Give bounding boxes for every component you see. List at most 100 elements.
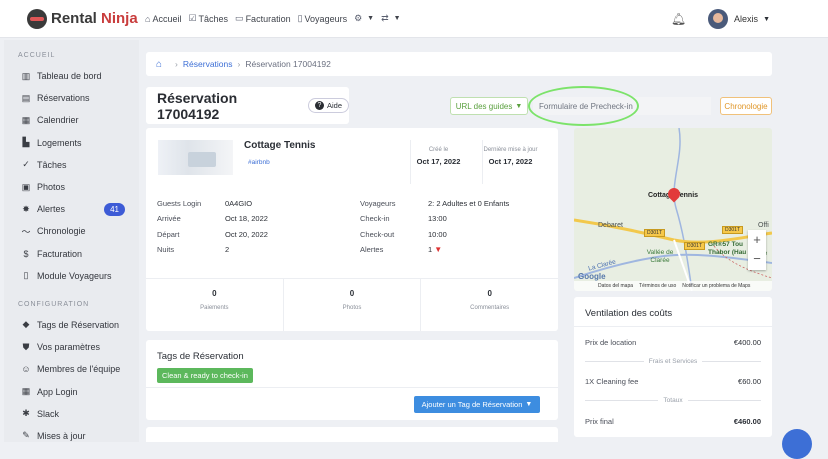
sidebar-item-membres[interactable]: ☺ Membres de l'équipe [4, 358, 139, 380]
map-terms-link[interactable]: Términos de uso [639, 283, 676, 289]
nav-accueil[interactable]: ⌂ Accueil [145, 14, 181, 24]
help-button[interactable]: ? Aide [307, 98, 349, 113]
sidebar-item-label: Facturation [37, 248, 83, 259]
sidebar-item-tableau-de-bord[interactable]: ▥ Tableau de bord [4, 65, 139, 87]
tasks-icon: ✓ [22, 159, 30, 170]
updated-value: Oct 17, 2022 [488, 157, 533, 167]
property-photo[interactable] [158, 140, 233, 175]
cost-amount: €60.00 [738, 377, 761, 386]
reservation-tag[interactable]: Clean & ready to check-in [157, 368, 253, 383]
updated-label: Dernière mise à jour [483, 147, 538, 153]
user-name[interactable]: Alexis [734, 14, 758, 24]
sidebar-item-label: Chronologie [37, 226, 86, 237]
sidebar-item-label: Photos [37, 182, 66, 193]
settings-menu[interactable]: ⚙ ▼ [354, 13, 374, 24]
chat-button[interactable] [782, 429, 812, 459]
sidebar-item-chronologie[interactable]: 〜 Chronologie [4, 220, 139, 242]
property-name[interactable]: Cottage Tennis [244, 140, 315, 151]
sidebar-item-label: Vos paramètres [37, 342, 101, 353]
nav-voyageurs[interactable]: ▯ Voyageurs [298, 13, 347, 24]
sidebar-item-facturation[interactable]: $ Facturation [4, 243, 139, 265]
team-icon: ☺ [21, 364, 31, 375]
channel-tag: #airbnb [248, 159, 270, 166]
sidebar-item-label: Module Voyageurs [37, 270, 112, 281]
chevron-down-icon: ▼ [515, 102, 523, 110]
alerts-count: 1 [428, 245, 433, 254]
cost-label: 1X Cleaning fee [585, 377, 639, 386]
breadcrumb-separator: › [237, 59, 241, 69]
phone-icon: ▯ [297, 13, 303, 23]
translate-icon: ⇄ [381, 13, 389, 23]
chronology-button[interactable]: Chronologie [720, 97, 772, 115]
arrival-value: Oct 18, 2022 [225, 214, 268, 223]
sidebar-item-calendrier[interactable]: ▦ Calendrier [4, 109, 139, 131]
sidebar-item-label: Mises à jour [37, 430, 86, 441]
nights-label: Nuits [157, 245, 175, 254]
sidebar-item-taches[interactable]: ✓ Tâches [4, 154, 139, 176]
guests-login-label: Guests Login [157, 199, 202, 208]
breadcrumb-link-reservations[interactable]: Réservations [183, 59, 233, 69]
sidebar-section-accueil: ACCUEIL [18, 52, 56, 59]
nav-label: Tâches [198, 13, 229, 24]
guests-login-value: 0A4GIO [225, 199, 253, 208]
map-data-link[interactable]: Datos del mapa [598, 283, 633, 289]
brand-part1: Rental [51, 10, 97, 27]
stat-photos[interactable]: 0 Photos [284, 279, 422, 331]
zoom-out-button[interactable]: − [748, 249, 766, 268]
avatar[interactable] [708, 9, 729, 29]
checkin-value: 13:00 [428, 214, 447, 223]
zoom-in-button[interactable]: + [748, 230, 766, 249]
qr-icon: ▦ [21, 386, 31, 397]
sidebar-item-parametres[interactable]: ⛊ Vos paramètres [4, 336, 139, 358]
sidebar-item-reservations[interactable]: ▤ Réservations [4, 87, 139, 109]
breadcrumb-current: Réservation 17004192 [245, 59, 331, 69]
map-report-link[interactable]: Notificar un problema de Maps [682, 283, 750, 289]
sidebar-item-label: Logements [37, 137, 82, 148]
sidebar-item-app-login[interactable]: ▦ App Login [4, 380, 139, 402]
stat-label: Photos [342, 305, 362, 311]
sidebar-item-alertes[interactable]: ✸ Alertes 41 [4, 198, 139, 220]
map-label-offi: Offi [758, 222, 769, 229]
url-guides-dropdown[interactable]: URL des guides ▼ [450, 97, 528, 115]
brand-name: Rental Ninja [51, 10, 138, 27]
created-value: Oct 17, 2022 [416, 157, 461, 167]
travelers-label: Voyageurs [360, 199, 396, 208]
question-icon: ? [314, 101, 324, 110]
sidebar-item-label: Réservations [37, 93, 90, 104]
chevron-down-icon[interactable]: ▼ [763, 16, 770, 23]
stat-payments[interactable]: 0 Paiements [146, 279, 284, 331]
language-menu[interactable]: ⇄ ▼ [381, 13, 400, 24]
sidebar-item-tags[interactable]: ◆ Tags de Réservation [4, 314, 139, 336]
nav-taches[interactable]: ☑ Tâches [188, 13, 228, 24]
road-label: D301T [644, 229, 666, 237]
divider [146, 387, 558, 388]
sidebar-item-module-voyageurs[interactable]: ▯ Module Voyageurs [4, 265, 139, 287]
google-logo: Google [578, 272, 606, 281]
logo[interactable]: Rental Ninja [27, 8, 145, 29]
sidebar: ACCUEIL ▥ Tableau de bord ▤ Réservations ▦… [4, 40, 139, 442]
thumbs-down-icon[interactable]: ▼ [434, 245, 442, 254]
url-guides-label: URL des guides [455, 101, 513, 111]
home-icon[interactable]: ⌂ [156, 59, 162, 70]
building-icon: ▙ [22, 137, 30, 148]
alert-icon: ✸ [22, 203, 30, 214]
nav-facturation[interactable]: ▭ Facturation [235, 13, 291, 24]
tag-icon: ◆ [22, 319, 30, 330]
map-footer: Datos del mapa Términos de uso Notificar… [574, 281, 772, 291]
add-tag-button[interactable]: Ajouter un Tag de Réservation ▼ [414, 396, 540, 413]
sidebar-item-slack[interactable]: ✱ Slack [4, 403, 139, 425]
sidebar-item-photos[interactable]: ▣ Photos [4, 176, 139, 198]
map[interactable]: Cottage Tennis Debaret D301T D301T D301T… [574, 128, 772, 291]
cost-label: Prix de location [585, 338, 637, 347]
shield-icon: ⛊ [22, 341, 30, 352]
sidebar-item-label: Calendrier [37, 115, 79, 126]
page-header: Réservation 17004192 ? Aide [146, 87, 349, 124]
nav-label: Voyageurs [304, 13, 348, 24]
stat-comments[interactable]: 0 Commentaires [421, 279, 558, 331]
sidebar-item-logements[interactable]: ▙ Logements [4, 132, 139, 154]
bell-icon[interactable]: 🔔︎ [671, 12, 686, 26]
sidebar-item-mises-a-jour[interactable]: ✎ Mises à jour [4, 425, 139, 447]
fees-divider: Frais et Services [585, 358, 761, 365]
tags-title: Tags de Réservation [157, 351, 244, 362]
divider-label: Frais et Services [648, 358, 698, 365]
